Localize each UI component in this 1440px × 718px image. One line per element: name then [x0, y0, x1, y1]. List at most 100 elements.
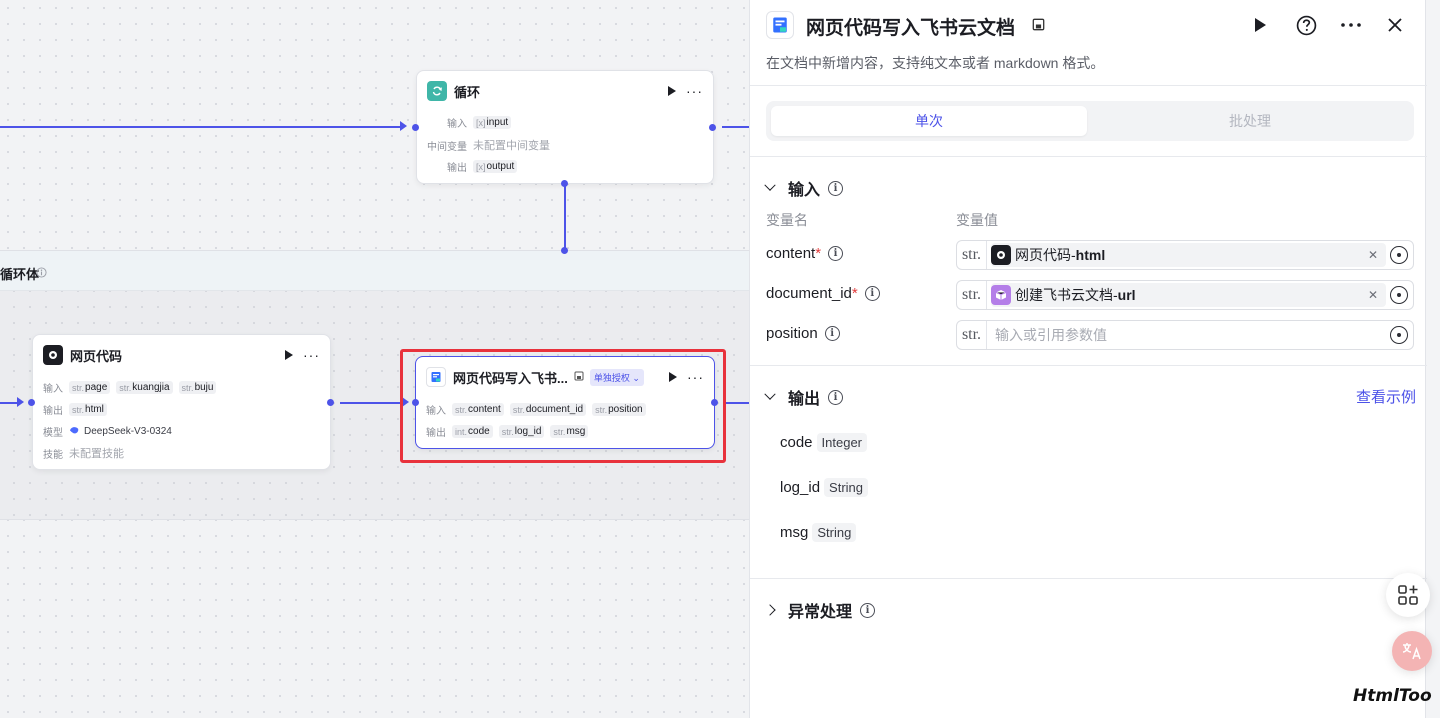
run-icon[interactable]: [668, 86, 676, 96]
edge-arrow-icon: [400, 121, 407, 131]
watermark: HtmlToo: [1353, 686, 1432, 706]
model-name: DeepSeek-V3-0324: [84, 426, 172, 437]
edge-loop-out: [722, 126, 750, 128]
port[interactable]: [561, 247, 568, 254]
node-config-panel: 网页代码写入飞书云文档 在文档中新增内容，支持纯文本或者 markdown 格式…: [749, 0, 1427, 718]
help-icon[interactable]: [1295, 14, 1317, 36]
loop-body-header: 循环体: [0, 251, 750, 291]
workflow-canvas[interactable]: 循环体 循环 ··· 输入 [x] input 中间变量 未配置中间变量 输出 …: [0, 0, 750, 718]
doc-icon: [766, 11, 794, 39]
param-tag: str. msg: [550, 425, 589, 438]
param-tag: str. content: [452, 403, 504, 416]
row-label: 输入: [426, 406, 446, 417]
port[interactable]: [561, 180, 568, 187]
node-title: 网页代码: [70, 348, 123, 364]
chevron-down-icon: [764, 179, 776, 191]
more-icon[interactable]: [1340, 14, 1362, 36]
param-tag: str. page: [69, 381, 111, 394]
output-item: code Integer: [780, 433, 868, 452]
loop-icon: [427, 81, 447, 101]
port[interactable]: [412, 399, 419, 406]
row-label: 技能: [43, 449, 63, 461]
panel-title[interactable]: 网页代码写入飞书云文档: [806, 13, 1015, 40]
divider: [750, 578, 1427, 579]
type-pill: Integer: [816, 433, 868, 452]
position-field[interactable]: str. 输入或引用参数值: [956, 320, 1414, 350]
port[interactable]: [412, 124, 419, 131]
doc-icon: [426, 367, 446, 387]
param-tag: str. document_id: [509, 403, 587, 416]
row-label: 输入: [43, 384, 63, 395]
edit-icon[interactable]: [574, 368, 584, 386]
clear-icon[interactable]: ✕: [1368, 248, 1378, 262]
view-example-link[interactable]: 查看示例: [1356, 386, 1416, 407]
info-icon[interactable]: i: [824, 326, 840, 341]
port[interactable]: [709, 124, 716, 131]
content-field[interactable]: str. 网页代码 - html ✕: [956, 240, 1414, 270]
divider: [750, 156, 1427, 157]
reference-picker-icon[interactable]: [1390, 286, 1408, 304]
document-id-field[interactable]: str. 创建飞书云文档 - url ✕: [956, 280, 1414, 310]
position-input[interactable]: 输入或引用参数值: [995, 325, 1390, 345]
exception-section-header[interactable]: 异常处理 i: [764, 598, 876, 622]
row-value: 未配置中间变量: [473, 140, 550, 152]
info-icon[interactable]: i: [828, 389, 844, 405]
output-item: msg String: [780, 523, 857, 542]
param-tag: str. kuangjia: [116, 381, 173, 394]
node-title: 网页代码写入飞书...: [453, 370, 568, 386]
reference-chip[interactable]: 创建飞书云文档 - url ✕: [991, 283, 1386, 307]
type-label: str.: [957, 241, 987, 269]
reference-chip[interactable]: 网页代码 - html ✕: [991, 243, 1386, 267]
output-item: log_id String: [780, 478, 869, 497]
port[interactable]: [327, 399, 334, 406]
edge-web-to-doc: [340, 402, 402, 404]
port[interactable]: [28, 399, 35, 406]
type-pill: String: [812, 523, 857, 542]
info-icon[interactable]: i: [864, 286, 880, 301]
apps-button[interactable]: [1386, 573, 1430, 617]
edit-icon[interactable]: [1032, 18, 1045, 36]
reference-picker-icon[interactable]: [1390, 246, 1408, 264]
tab-single[interactable]: 单次: [771, 106, 1087, 136]
run-icon[interactable]: [669, 372, 677, 382]
section-title: 输出: [788, 391, 821, 408]
info-icon[interactable]: i: [828, 246, 844, 261]
web-code-node[interactable]: 网页代码 ··· 输入 str. page str. kuangjia str. bu…: [32, 334, 331, 470]
more-icon[interactable]: ···: [686, 84, 703, 98]
more-icon[interactable]: ···: [687, 370, 704, 384]
reference-picker-icon[interactable]: [1390, 326, 1408, 344]
info-icon[interactable]: i: [860, 602, 876, 618]
close-icon[interactable]: [1384, 14, 1406, 36]
tab-batch[interactable]: 批处理: [1092, 106, 1408, 136]
translate-button[interactable]: [1392, 631, 1432, 671]
type-label: str.: [957, 321, 987, 349]
loop-node[interactable]: 循环 ··· 输入 [x] input 中间变量 未配置中间变量 输出 [x] ou…: [416, 70, 714, 184]
auth-badge[interactable]: 单独授权 ⌄: [589, 368, 644, 386]
section-title: 异常处理: [788, 604, 853, 621]
row-label: 输出: [426, 428, 446, 439]
input-section-header[interactable]: 输入 i: [764, 176, 844, 200]
info-icon[interactable]: [36, 265, 47, 283]
row-label: 输出: [43, 406, 63, 417]
web-code-icon: [991, 245, 1011, 265]
output-section-header[interactable]: 输出 i: [764, 385, 844, 409]
row-label: 输入: [447, 119, 467, 130]
param-tag: int. code: [452, 425, 493, 438]
column-header-name: 变量名: [766, 212, 808, 228]
edge-arrow-icon: [17, 397, 24, 407]
run-icon[interactable]: [1249, 14, 1271, 36]
panel-description: 在文档中新增内容，支持纯文本或者 markdown 格式。: [766, 55, 1105, 71]
port[interactable]: [711, 399, 718, 406]
run-icon[interactable]: [285, 350, 293, 360]
loop-body-title: 循环体: [0, 267, 40, 282]
chevron-right-icon: [764, 604, 776, 616]
info-icon[interactable]: i: [828, 180, 844, 196]
row-label: 输出: [447, 163, 467, 174]
param-tag: str. html: [69, 403, 107, 416]
clear-icon[interactable]: ✕: [1368, 288, 1378, 302]
write-doc-node[interactable]: 网页代码写入飞书... 单独授权 ⌄ ··· 输入 str. content st…: [415, 356, 715, 449]
more-icon[interactable]: ···: [303, 348, 320, 362]
edge-to-web: [0, 402, 18, 404]
param-tag: str. buju: [178, 381, 217, 394]
column-header-value: 变量值: [956, 212, 998, 228]
